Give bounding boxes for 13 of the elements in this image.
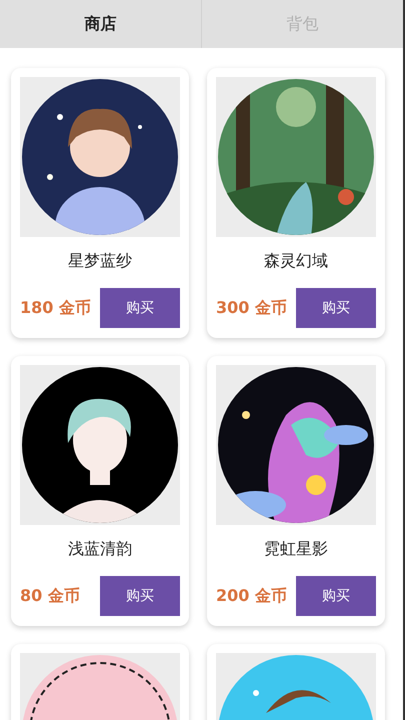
product-name: 霓虹星影	[263, 539, 329, 560]
product-price: 300 金币	[216, 298, 287, 318]
product-price: 180 金币	[20, 298, 91, 318]
product-price: 200 金币	[216, 586, 287, 606]
buy-button[interactable]: 购买	[100, 576, 180, 616]
product-name: 星梦蓝纱	[67, 251, 133, 272]
buy-button[interactable]: 购买	[296, 576, 376, 616]
buy-button[interactable]: 购买	[100, 288, 180, 328]
tab[interactable]: 商店	[0, 0, 202, 48]
product-name: 森灵幻域	[263, 251, 329, 272]
buy-button[interactable]: 购买	[296, 288, 376, 328]
product-name: 浅蓝清韵	[67, 539, 133, 560]
product-price: 80 金币	[20, 586, 80, 606]
